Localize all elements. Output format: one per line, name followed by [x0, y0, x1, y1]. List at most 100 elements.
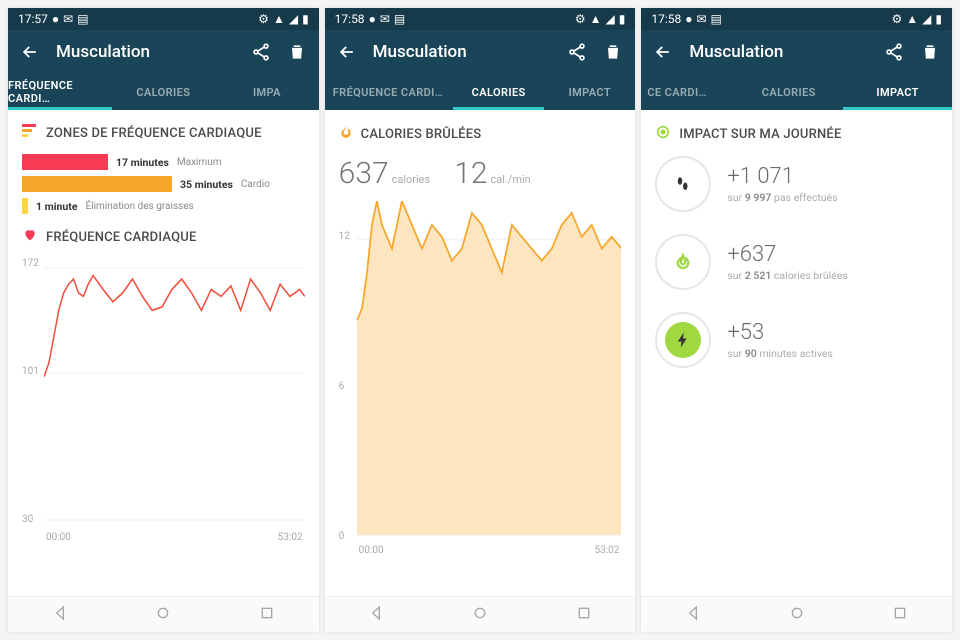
android-nav-bar: [641, 596, 952, 632]
app-bar: Musculation: [641, 30, 952, 74]
android-nav-bar: [325, 596, 636, 632]
nav-recent-button[interactable]: [892, 605, 908, 625]
zones-section-title: ZONES DE FRÉQUENCE CARDIAQUE: [22, 124, 305, 142]
delete-button[interactable]: [920, 42, 940, 62]
tab-impact[interactable]: IMPACT: [544, 74, 635, 110]
delete-button[interactable]: [603, 42, 623, 62]
tabs: FRÉQUENCE CARDI… CALORIES IMPA: [8, 74, 319, 110]
nav-recent-button[interactable]: [259, 605, 275, 625]
zone-label: Maximum: [177, 157, 222, 168]
messenger-icon: ●: [369, 12, 376, 26]
zone-label: Élimination des graisses: [86, 201, 194, 212]
zone-row: 17 minutes Maximum: [22, 154, 305, 170]
android-nav-bar: [8, 596, 319, 632]
content-impact: IMPACT SUR MA JOURNÉE +1 071 sur 9 997 p…: [641, 110, 952, 596]
nav-back-button[interactable]: [52, 605, 68, 625]
back-button[interactable]: [337, 42, 357, 62]
calories-rate: 12: [454, 156, 487, 191]
zones-icon: [22, 124, 38, 142]
back-button[interactable]: [653, 42, 673, 62]
status-time: 17:57: [18, 12, 48, 26]
nav-recent-button[interactable]: [576, 605, 592, 625]
signal-icon: ◢: [606, 12, 615, 26]
tab-calories[interactable]: CALORIES: [453, 74, 544, 110]
impact-ring: [655, 156, 711, 212]
impact-value: +1 071: [727, 164, 837, 189]
calendar-icon: ▤: [77, 12, 88, 26]
calories-section-title: CALORIES BRÛLÉES: [339, 124, 622, 144]
impact-row: +1 071 sur 9 997 pas effectués: [655, 156, 938, 212]
zone-value: 17 minutes: [116, 156, 169, 169]
phone-screen-calories: 17:58 ● ✉ ▤ ⚙ ▲ ◢ ▮ Musculation FRÉQUENC…: [325, 8, 636, 632]
share-button[interactable]: [567, 42, 587, 62]
impact-row: +53 sur 90 minutes actives: [655, 312, 938, 368]
status-bar: 17:58 ● ✉ ▤ ⚙ ▲ ◢ ▮: [641, 8, 952, 30]
zone-bar: [22, 176, 172, 192]
battery-icon: ▮: [619, 12, 626, 26]
app-bar: Musculation: [8, 30, 319, 74]
calories-chart: 12 6 0 00:00 53:02: [339, 201, 622, 556]
zone-row: 1 minute Élimination des graisses: [22, 198, 305, 214]
content-heart-rate: ZONES DE FRÉQUENCE CARDIAQUE 17 minutes …: [8, 110, 319, 596]
nav-home-button[interactable]: [155, 605, 171, 625]
tab-impact[interactable]: IMPACT: [843, 74, 952, 110]
signal-icon: ◢: [922, 12, 931, 26]
impact-subtitle: sur 2 521 calories brûlées: [727, 269, 847, 282]
nav-home-button[interactable]: [472, 605, 488, 625]
tabs: CE CARDI… CALORIES IMPACT: [641, 74, 952, 110]
zone-label: Cardio: [241, 179, 270, 190]
impact-value: +53: [727, 320, 833, 345]
heart-icon: [22, 228, 38, 246]
status-bar: 17:58 ● ✉ ▤ ⚙ ▲ ◢ ▮: [325, 8, 636, 30]
tab-impact[interactable]: IMPA: [215, 74, 319, 110]
calories-total: 637: [339, 156, 389, 191]
nav-back-button[interactable]: [368, 605, 384, 625]
zone-row: 35 minutes Cardio: [22, 176, 305, 192]
battery-icon: ▮: [302, 12, 309, 26]
calendar-icon: ▤: [711, 12, 722, 26]
page-title: Musculation: [373, 42, 467, 62]
tab-heart-rate[interactable]: FRÉQUENCE CARDI…: [8, 74, 112, 110]
back-button[interactable]: [20, 42, 40, 62]
tab-heart-rate[interactable]: FRÉQUENCE CARDI…: [325, 74, 453, 110]
wifi-icon: ▲: [590, 12, 602, 26]
app-bar: Musculation: [325, 30, 636, 74]
heart-rate-chart: 172 101 30 00:00 53:02: [22, 258, 305, 543]
share-button[interactable]: [884, 42, 904, 62]
impact-row: +637 sur 2 521 calories brûlées: [655, 234, 938, 290]
mail-icon: ✉: [380, 12, 390, 26]
wifi-icon: ▲: [906, 12, 918, 26]
calendar-icon: ▤: [394, 12, 405, 26]
calories-summary: 637calories 12cal./min: [339, 156, 622, 191]
tab-calories[interactable]: CALORIES: [734, 74, 843, 110]
impact-section-title: IMPACT SUR MA JOURNÉE: [655, 124, 938, 144]
target-icon: [655, 124, 671, 144]
status-time: 17:58: [651, 12, 681, 26]
tab-heart-rate[interactable]: CE CARDI…: [641, 74, 734, 110]
phone-screen-impact: 17:58 ● ✉ ▤ ⚙ ▲ ◢ ▮ Musculation CE CARDI…: [641, 8, 952, 632]
settings-status-icon: ⚙: [575, 12, 586, 26]
impact-subtitle: sur 9 997 pas effectués: [727, 191, 837, 204]
steps-icon: [665, 166, 701, 202]
impact-subtitle: sur 90 minutes actives: [727, 347, 833, 360]
hr-section-title: FRÉQUENCE CARDIAQUE: [22, 228, 305, 246]
page-title: Musculation: [56, 42, 150, 62]
page-title: Musculation: [689, 42, 783, 62]
status-bar: 17:57 ● ✉ ▤ ⚙ ▲ ◢ ▮: [8, 8, 319, 30]
nav-back-button[interactable]: [685, 605, 701, 625]
share-button[interactable]: [251, 42, 271, 62]
tab-calories[interactable]: CALORIES: [112, 74, 216, 110]
flame-icon: [339, 124, 353, 144]
impact-ring: [655, 312, 711, 368]
zone-value: 1 minute: [36, 200, 78, 213]
delete-button[interactable]: [287, 42, 307, 62]
settings-status-icon: ⚙: [258, 12, 269, 26]
wifi-icon: ▲: [273, 12, 285, 26]
phone-screen-heart-rate: 17:57 ● ✉ ▤ ⚙ ▲ ◢ ▮ Musculation FRÉQUENC…: [8, 8, 319, 632]
battery-icon: ▮: [935, 12, 942, 26]
nav-home-button[interactable]: [789, 605, 805, 625]
tabs: FRÉQUENCE CARDI… CALORIES IMPACT: [325, 74, 636, 110]
mail-icon: ✉: [63, 12, 73, 26]
mail-icon: ✉: [696, 12, 706, 26]
messenger-icon: ●: [685, 12, 692, 26]
